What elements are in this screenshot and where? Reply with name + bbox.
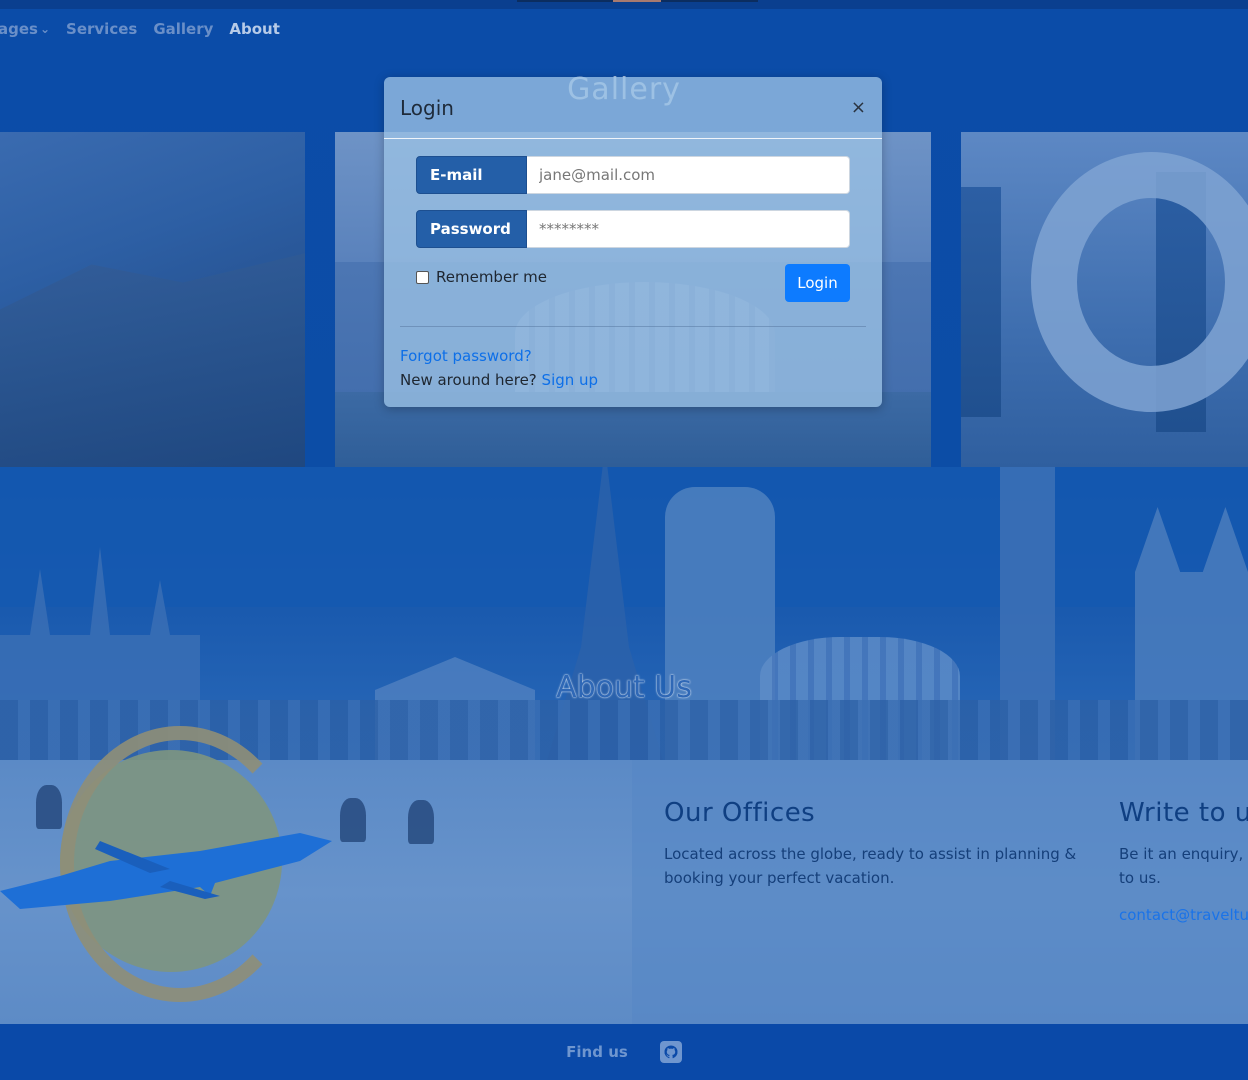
hiker-figure [408, 800, 434, 844]
write-heading: Write to us [1119, 798, 1248, 828]
nav-item-pages: ages [0, 20, 38, 38]
new-here-text: New around here? [400, 371, 537, 389]
navbar: ages ⌄ Services Gallery About [0, 18, 280, 40]
offices-column: Our Offices Located across the globe, re… [664, 798, 1084, 890]
login-button[interactable]: Login [785, 264, 850, 302]
modal-divider [400, 326, 866, 327]
email-field[interactable] [527, 156, 850, 194]
login-form: E-mail Password Remember me Login [416, 156, 850, 302]
password-row: Password [416, 210, 850, 248]
email-row: E-mail [416, 156, 850, 194]
sign-up-link[interactable]: Sign up [542, 371, 599, 389]
find-us-label: Find us [566, 1043, 628, 1061]
modal-header: Login × [384, 77, 882, 139]
close-icon[interactable]: × [851, 98, 866, 117]
flag-strip [517, 0, 758, 2]
write-column: Write to us Be it an enquiry, f to us. c… [1119, 798, 1248, 924]
remember-me-label: Remember me [436, 268, 547, 286]
remember-me-checkbox[interactable]: Remember me [416, 268, 547, 286]
password-label: Password [416, 210, 527, 248]
footer: Find us [0, 1024, 1248, 1080]
login-modal: Login × E-mail Password Remember me Logi… [384, 77, 882, 407]
remember-row: Remember me Login [416, 264, 850, 302]
about-section-title: About Us [556, 670, 692, 705]
nav-item-gallery[interactable]: Gallery [153, 20, 213, 38]
github-icon[interactable] [659, 1041, 682, 1063]
nav-item-about[interactable]: About [229, 20, 280, 38]
gallery-image-canyon[interactable] [0, 132, 305, 467]
top-strip [0, 0, 1248, 9]
email-label: E-mail [416, 156, 527, 194]
write-text: Be it an enquiry, f to us. [1119, 845, 1248, 887]
checkbox-box[interactable] [416, 270, 429, 284]
hiker-figure [340, 798, 366, 842]
nav-pages-dropdown[interactable]: ages ⌄ [0, 20, 50, 38]
chevron-double-down-icon: ⌄ [39, 22, 51, 36]
airplane-icon [0, 833, 332, 909]
contact-email-link[interactable]: contact@traveltu [1119, 906, 1248, 924]
modal-links: Forgot password? New around here? Sign u… [400, 344, 598, 392]
gallery-image-museum-future[interactable] [961, 132, 1248, 467]
modal-title: Login [400, 95, 454, 120]
company-logo [0, 726, 340, 1006]
password-field[interactable] [527, 210, 850, 248]
nav-item-services[interactable]: Services [66, 20, 137, 38]
offices-heading: Our Offices [664, 798, 816, 828]
forgot-password-link[interactable]: Forgot password? [400, 347, 532, 365]
offices-text: Located across the globe, ready to assis… [664, 845, 1077, 887]
